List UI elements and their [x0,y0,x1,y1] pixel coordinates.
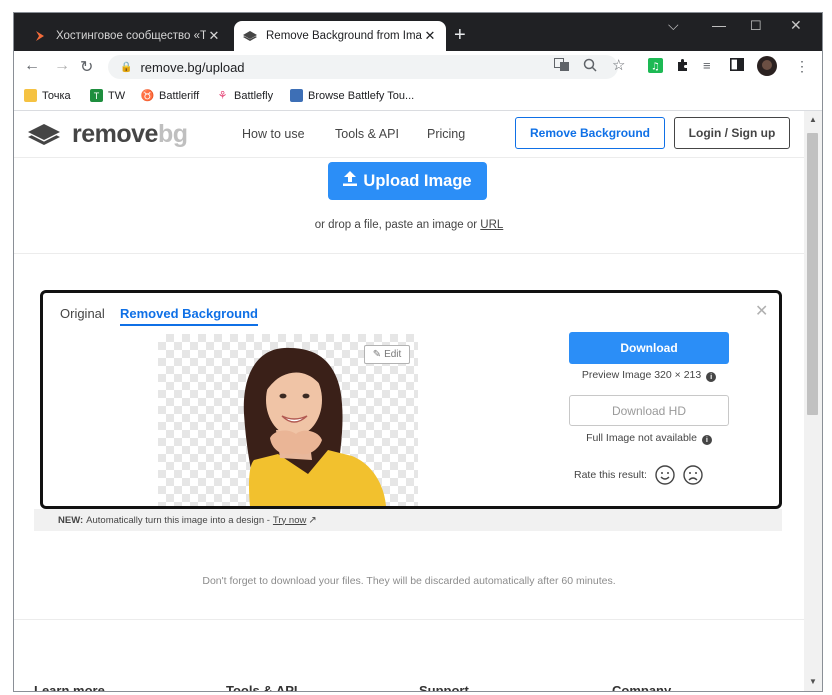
folder-icon [24,89,37,102]
side-panel-icon[interactable] [730,58,744,74]
new-label: NEW: [58,514,84,526]
full-image-info-text: Full Image not available [586,432,697,444]
url-link[interactable]: URL [480,219,503,231]
footer-heading-company: Company [612,683,672,691]
info-icon[interactable]: i [701,435,712,445]
upload-image-button[interactable]: Upload Image [328,162,487,200]
bookmark-battleriff[interactable]: ♉ Battleriff [140,89,200,103]
edit-label: Edit [384,349,402,360]
nav-pricing[interactable]: Pricing [427,127,465,141]
footer-heading-learn-more: Learn more [34,683,105,691]
download-hd-button[interactable]: Download HD [569,395,729,426]
logo-text-bg: bg [157,120,188,148]
toolbar: ← → ↻ 🔒 remove.bg/upload ☆ ♫ ≡ ⋮ [14,51,822,83]
logo-text-remove: remove [72,120,158,148]
chevron-favicon-icon [32,28,48,44]
tab-strip: Хостинговое сообщество «Time ✕ Remove Ba… [14,13,822,51]
drop-instructions: or drop a file, paste an image or URL [14,219,804,231]
new-banner-text: Automatically turn this image into a des… [86,514,270,526]
forward-arrow-icon[interactable]: → [54,57,70,75]
reload-icon[interactable]: ↻ [80,57,93,77]
minimize-icon[interactable]: — [712,17,726,33]
info-icon[interactable]: i [706,372,717,382]
bookmark-tw[interactable]: T TW [90,89,125,102]
tab-original[interactable]: Original [60,306,105,321]
bookmark-battlefy[interactable]: Browse Battlefy Tou... [290,89,414,102]
nav-how-to-use[interactable]: How to use [242,127,305,141]
footer-heading-tools-api: Tools & API [226,683,298,691]
battleriff-favicon-icon: ♉ [140,90,155,102]
divider [14,619,804,620]
preview-info-text: Preview Image 320 × 213 [581,369,702,381]
url-text: remove.bg/upload [140,59,245,75]
new-tab-icon[interactable]: + [454,25,466,45]
reading-list-icon[interactable]: ≡ [703,58,711,73]
edit-button[interactable]: ✎ Edit [364,345,410,364]
menu-kebab-icon[interactable]: ⋮ [795,58,809,75]
new-feature-banner: NEW: Automatically turn this image into … [34,509,782,531]
removebg-favicon-icon [242,28,258,44]
scroll-up-icon[interactable]: ▲ [809,115,817,124]
tab-title: Remove Background from Image [266,30,422,42]
pencil-icon: ✎ [372,349,382,360]
result-panel: Original Removed Background ✕ ✎ Edit Dow… [40,290,782,509]
bookmark-tochka[interactable]: Точка [24,89,71,102]
battlefly-favicon-icon: ⚘ [217,90,228,102]
close-tab-icon[interactable]: ✕ [422,28,438,44]
page-viewport: remove bg How to use Tools & API Pricing… [14,111,804,691]
nav-tools-api[interactable]: Tools & API [335,127,399,141]
tab-search-icon[interactable]: ⌵ [668,17,679,34]
result-image: ✎ Edit [158,334,418,506]
discard-notice: Don't forget to download your files. The… [202,575,616,587]
upload-arrow-icon [343,171,358,191]
frown-face-icon[interactable] [683,465,703,485]
page-scrollbar[interactable]: ▲ ▼ [804,111,822,691]
layers-logo-icon [28,123,60,145]
drop-text: or drop a file, paste an image or [314,219,478,231]
tab-removed-background[interactable]: Removed Background [120,306,258,326]
address-bar[interactable]: 🔒 remove.bg/upload [108,55,618,79]
login-signup-button[interactable]: Login / Sign up [674,117,790,149]
translate-icon[interactable] [554,58,570,75]
close-window-icon[interactable]: ✕ [790,17,802,34]
bookmarks-bar: Точка T TW ♉ Battleriff ⚘ Battlefly Brow… [14,83,822,111]
tab-remove-bg[interactable]: Remove Background from Image ✕ [234,21,446,51]
preview-info: Preview Image 320 × 213 i [569,369,729,382]
battlefy-favicon-icon [290,89,303,102]
full-image-info: Full Image not available i [569,432,729,445]
download-button[interactable]: Download [569,332,729,364]
site-header: remove bg How to use Tools & API Pricing… [14,111,804,158]
music-extension-icon[interactable]: ♫ [648,58,663,76]
browser-window: Хостинговое сообщество «Time ✕ Remove Ba… [13,12,823,692]
zoom-icon[interactable] [583,58,597,75]
tab-title: Хостинговое сообщество «Time [56,30,206,42]
rate-result: Rate this result: [574,465,703,485]
remove-background-button[interactable]: Remove Background [515,117,665,149]
rate-label: Rate this result: [574,469,647,481]
tw-favicon-icon: T [90,89,103,102]
upload-label: Upload Image [363,171,472,190]
back-arrow-icon[interactable]: ← [24,57,40,75]
try-now-link[interactable]: Try now [273,515,306,526]
divider [14,253,804,254]
external-link-icon: ↗ [308,514,317,526]
profile-avatar[interactable] [757,56,777,79]
extensions-puzzle-icon[interactable] [676,58,690,75]
close-result-icon[interactable]: ✕ [755,301,768,321]
footer-heading-support: Support [419,683,469,691]
removebg-logo[interactable]: remove bg [26,120,188,149]
svg-text:♫: ♫ [651,62,660,73]
tab-hosting-community[interactable]: Хостинговое сообщество «Time ✕ [24,21,230,51]
lock-icon: 🔒 [120,61,133,73]
scroll-down-icon[interactable]: ▼ [809,677,817,686]
smile-face-icon[interactable] [655,465,675,485]
bookmark-star-icon[interactable]: ☆ [612,56,625,74]
maximize-icon[interactable]: ☐ [750,18,762,34]
scrollbar-thumb[interactable] [807,133,818,415]
close-tab-icon[interactable]: ✕ [206,28,222,44]
bookmark-battlefly[interactable]: ⚘ Battlefly [216,89,274,103]
